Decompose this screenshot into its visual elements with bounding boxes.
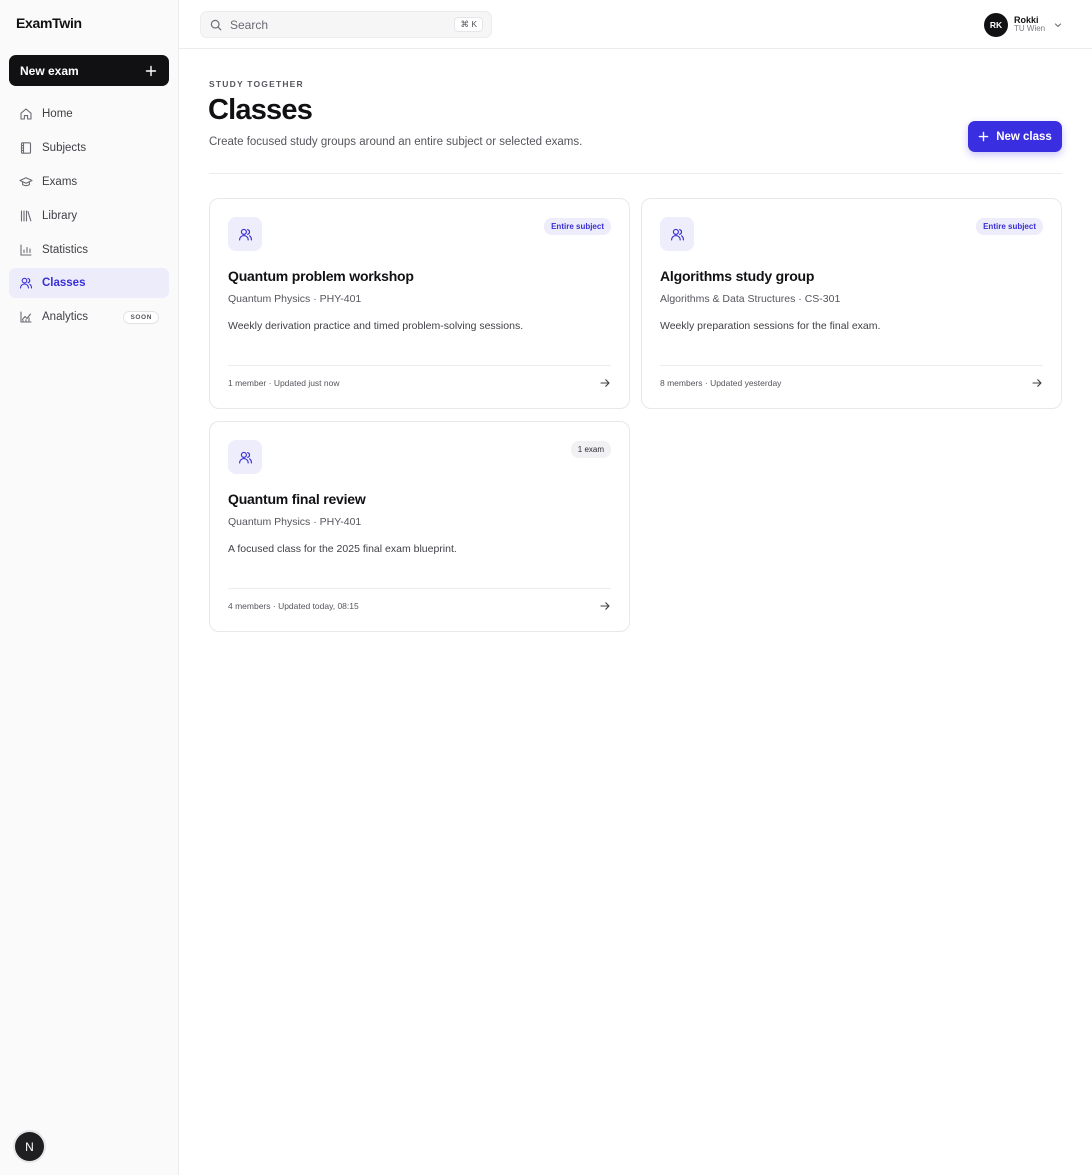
sidebar-item-label: Statistics — [42, 243, 89, 256]
users-icon — [228, 217, 262, 251]
search-input[interactable]: Search ⌘ K — [200, 11, 492, 38]
plus-icon — [145, 65, 157, 76]
soon-badge: SOON — [123, 310, 159, 324]
users-icon — [19, 276, 33, 290]
search-placeholder: Search — [230, 17, 269, 32]
search-icon — [210, 19, 222, 30]
sidebar-nav: Home Subjects Exams Library Statistics C… — [9, 99, 169, 336]
scope-badge: Entire subject — [976, 218, 1043, 235]
scope-badge: 1 exam — [570, 441, 611, 458]
users-icon — [228, 440, 262, 474]
arrow-right-icon[interactable] — [1031, 377, 1043, 389]
sidebar-item-analytics[interactable]: Analytics SOON — [9, 302, 169, 332]
home-icon — [19, 107, 33, 121]
arrow-right-icon[interactable] — [599, 600, 611, 612]
class-title: Quantum problem workshop — [228, 268, 414, 284]
avatar: RK — [984, 12, 1008, 37]
page-title: Classes — [208, 94, 313, 126]
sidebar-item-exams[interactable]: Exams — [9, 167, 169, 197]
new-class-button[interactable]: New class — [968, 121, 1062, 152]
plus-icon — [978, 131, 989, 142]
card-divider — [228, 588, 611, 589]
class-card-quantum-review[interactable]: 1 exam Quantum final review Quantum Phys… — [209, 421, 630, 632]
class-meta: 4 members · Updated today, 08:15 — [228, 601, 359, 611]
page-description: Create focused study groups around an en… — [209, 136, 583, 148]
line-chart-icon — [19, 310, 33, 324]
page-eyebrow: STUDY TOGETHER — [209, 79, 304, 89]
sidebar-item-subjects[interactable]: Subjects — [9, 133, 169, 163]
user-menu[interactable]: RK Rokki TU Wien — [984, 12, 1063, 37]
topbar: Search ⌘ K RK Rokki TU Wien — [179, 0, 1092, 49]
sidebar-item-classes[interactable]: Classes — [9, 268, 169, 299]
class-description: Weekly derivation practice and timed pro… — [228, 320, 524, 332]
scope-badge: Entire subject — [544, 218, 611, 235]
search-shortcut: ⌘ K — [454, 17, 483, 32]
new-class-label: New class — [996, 130, 1052, 143]
class-meta: 8 members · Updated yesterday — [660, 378, 782, 388]
class-title: Quantum final review — [228, 491, 366, 507]
sidebar-item-statistics[interactable]: Statistics — [9, 235, 169, 265]
class-subject: Quantum Physics · PHY-401 — [228, 516, 362, 528]
class-card-algorithms[interactable]: Entire subject Algorithms study group Al… — [641, 198, 1062, 409]
sidebar-item-label: Classes — [42, 277, 86, 290]
dev-tools-badge[interactable]: N — [15, 1132, 44, 1161]
sidebar-item-library[interactable]: Library — [9, 201, 169, 231]
bar-chart-icon — [19, 243, 33, 257]
library-icon — [19, 209, 33, 223]
book-icon — [19, 141, 33, 155]
class-title: Algorithms study group — [660, 268, 815, 284]
new-exam-label: New exam — [20, 63, 79, 78]
card-divider — [228, 365, 611, 366]
new-exam-button[interactable]: New exam — [9, 55, 169, 86]
sidebar-item-label: Home — [42, 108, 73, 120]
arrow-right-icon[interactable] — [599, 377, 611, 389]
user-info: Rokki TU Wien — [1014, 15, 1046, 34]
class-card-quantum-workshop[interactable]: Entire subject Quantum problem workshop … — [209, 198, 630, 409]
class-meta: 1 member · Updated just now — [228, 378, 340, 388]
sidebar: ExamTwin New exam Home Subjects Exams Li… — [0, 0, 179, 1175]
sidebar-item-label: Analytics — [42, 311, 89, 324]
sidebar-item-home[interactable]: Home — [9, 99, 169, 129]
card-divider — [660, 365, 1043, 366]
brand-logo[interactable]: ExamTwin — [16, 15, 82, 31]
graduation-cap-icon — [19, 175, 33, 189]
sidebar-item-label: Exams — [42, 175, 78, 188]
users-icon — [660, 217, 694, 251]
class-description: A focused class for the 2025 final exam … — [228, 543, 457, 555]
class-subject: Quantum Physics · PHY-401 — [228, 293, 362, 305]
class-subject: Algorithms & Data Structures · CS-301 — [660, 293, 841, 305]
sidebar-item-label: Subjects — [42, 141, 87, 154]
header-divider — [209, 173, 1062, 174]
user-org: TU Wien — [1014, 24, 1046, 34]
chevron-down-icon — [1055, 22, 1062, 27]
class-description: Weekly preparation sessions for the fina… — [660, 320, 881, 332]
sidebar-item-label: Library — [42, 209, 78, 222]
